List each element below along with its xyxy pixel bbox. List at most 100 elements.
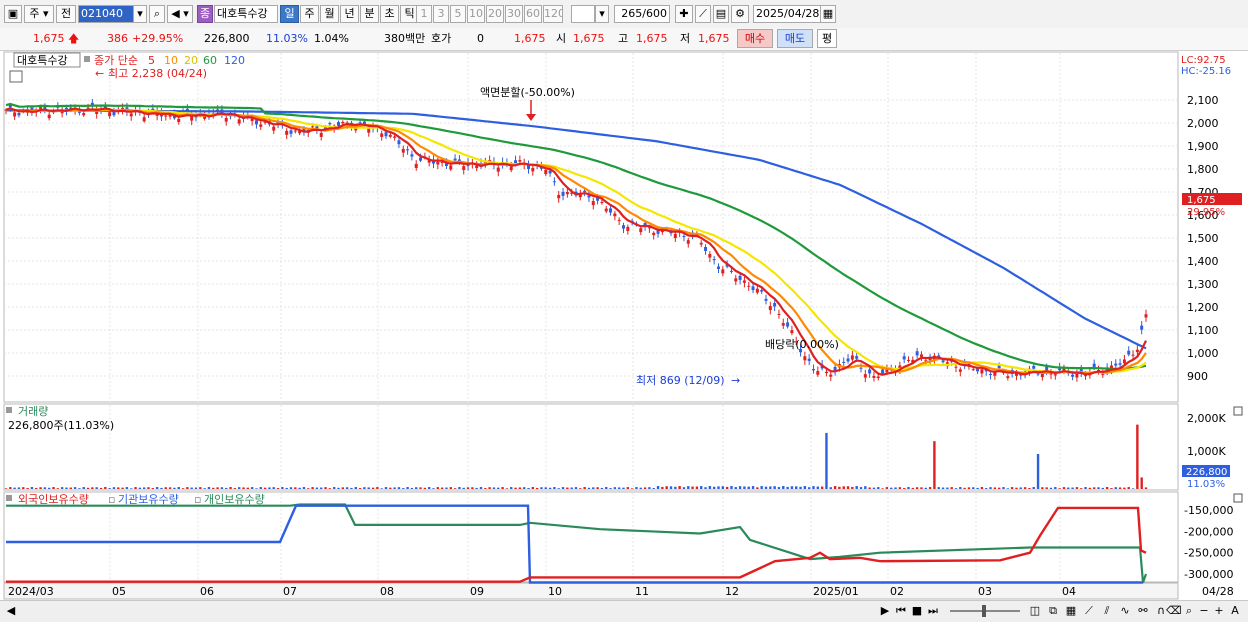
count-field[interactable]: 265/600 <box>614 5 670 23</box>
stop-icon[interactable]: ■ <box>910 604 924 618</box>
candle-body <box>1144 314 1148 318</box>
zoom-icon[interactable]: ⌕ <box>1182 604 1196 618</box>
eraser-icon[interactable]: ⌫ <box>1166 604 1182 618</box>
candle-body <box>652 232 656 236</box>
compare-icon[interactable]: ◫ <box>1028 604 1042 618</box>
interval-tab-3[interactable]: 3 <box>433 5 449 23</box>
interval-tab-120[interactable]: 120 <box>543 5 563 23</box>
volume-bar <box>1023 487 1027 489</box>
zoom-in-icon[interactable]: + <box>1213 604 1225 618</box>
interval-tab-60[interactable]: 60 <box>524 5 542 23</box>
zoom-out-icon[interactable]: − <box>1198 604 1210 618</box>
volume-bar <box>725 486 729 489</box>
volume-title: 거래량 <box>18 405 48 418</box>
wave-icon[interactable]: ∿ <box>1118 604 1132 618</box>
candle-body <box>401 148 405 153</box>
search-icon[interactable]: ⌕ <box>149 5 165 23</box>
last-icon[interactable]: ⏭ <box>926 604 940 618</box>
copy-icon[interactable]: ⧉ <box>1046 604 1060 618</box>
volume-bar <box>246 487 250 489</box>
code-dropdown[interactable]: ▾ <box>133 5 147 23</box>
volume-bar <box>384 487 388 489</box>
period-select[interactable]: 주 ▾ <box>24 5 54 23</box>
volume-bar <box>976 487 979 489</box>
volume-bar <box>112 487 116 489</box>
font-icon[interactable]: A <box>1229 604 1241 618</box>
volume-bar <box>786 486 789 489</box>
crosshair-icon[interactable]: ✚ <box>675 5 693 23</box>
zoom-slider-thumb[interactable] <box>982 605 986 617</box>
volume-bar <box>1080 488 1083 489</box>
candle-body <box>971 369 975 371</box>
candle-body <box>829 374 833 377</box>
interval-tab-1[interactable]: 1 <box>416 5 432 23</box>
jong-badge[interactable]: 종 <box>197 5 213 23</box>
volume-bar <box>864 486 867 489</box>
scroll-bar[interactable]: ◀ ▶ ⏮ ■ ⏭ ◫ ⧉ ▦ ⟋ ⫽ ∿ ⚯ ∩ ⌫ ⌕ − + A <box>0 600 1248 622</box>
period-tab-1[interactable]: 주 <box>300 5 319 23</box>
interval-tab-30[interactable]: 30 <box>505 5 523 23</box>
volume-bar <box>570 487 573 489</box>
interval-dropdown[interactable]: ▾ <box>595 5 609 23</box>
period-tab-5[interactable]: 초 <box>380 5 399 23</box>
grid-icon[interactable]: ▦ <box>1064 604 1078 618</box>
period-tab-4[interactable]: 분 <box>360 5 379 23</box>
stock-chart[interactable]: 대호특수강 종가 단순 5 10 20 60 120 ← 최고 2,238 (0… <box>0 50 1248 600</box>
gear-icon[interactable]: ⚙ <box>731 5 749 23</box>
volume-bar <box>177 487 180 489</box>
volume-bar <box>583 487 586 489</box>
interval-tab-20[interactable]: 20 <box>486 5 504 23</box>
volume-bar <box>276 488 280 489</box>
code-input[interactable]: 021040 <box>78 5 134 23</box>
volume-bar <box>756 487 759 489</box>
volume-bar <box>393 487 396 489</box>
volume-bar <box>65 487 68 489</box>
volume-bar <box>700 486 703 489</box>
scroll-left-icon[interactable]: ◀ <box>6 604 16 618</box>
play-icon[interactable]: ▶ <box>878 604 892 618</box>
volume-bar <box>1058 488 1061 489</box>
trend-icon[interactable]: ⟋ <box>1082 604 1096 618</box>
interval-tab-10[interactable]: 10 <box>467 5 485 23</box>
period-tab-3[interactable]: 년 <box>340 5 359 23</box>
link-icon[interactable]: ⚯ <box>1136 604 1150 618</box>
candle-body <box>807 358 811 361</box>
volume-bar <box>406 487 409 489</box>
first-icon[interactable]: ⏮ <box>894 604 908 618</box>
speaker-icon[interactable]: ◀ ▾ <box>167 5 193 23</box>
volume-bar <box>561 487 565 489</box>
table-toggle-icon[interactable] <box>9 70 23 83</box>
holding-close-icon[interactable] <box>1233 493 1243 503</box>
save-icon[interactable]: ▤ <box>713 5 729 23</box>
chart-window-icon[interactable]: ▣ <box>4 5 22 23</box>
buy-button[interactable]: 매수 <box>737 29 773 48</box>
interval-tab-5[interactable]: 5 <box>450 5 466 23</box>
period-tab-0[interactable]: 일 <box>280 5 299 23</box>
candle-body <box>112 111 116 116</box>
candle-body <box>531 167 535 172</box>
period-label: 주 <box>29 7 40 20</box>
interval-custom-field[interactable] <box>571 5 595 23</box>
volume-bar <box>371 487 375 489</box>
candle-body <box>108 112 112 117</box>
volume-close-icon[interactable] <box>1233 406 1243 416</box>
volume-bar <box>950 487 953 489</box>
calendar-icon[interactable]: ▦ <box>820 5 836 23</box>
price-tick: 1,300 <box>1187 278 1219 291</box>
draw-line-icon[interactable]: ⟋ <box>695 5 711 23</box>
candle-body <box>764 298 768 301</box>
pattern-icon[interactable]: ⫽ <box>1100 604 1114 618</box>
volume-bar <box>199 487 202 489</box>
sell-button[interactable]: 매도 <box>777 29 813 48</box>
volume-bar <box>678 486 681 489</box>
volume-bar <box>52 487 55 489</box>
stock-name-field[interactable]: 대호특수강 <box>214 5 278 23</box>
period-tab-2[interactable]: 월 <box>320 5 339 23</box>
jeon-button[interactable]: 전 <box>56 5 76 23</box>
average-button[interactable]: 평 <box>817 29 837 48</box>
date-field[interactable]: 2025/04/28 <box>753 5 821 23</box>
volume-bar <box>47 487 51 489</box>
volume-bar <box>39 487 42 489</box>
volume-bar <box>376 487 379 489</box>
volume-tick-2000k: 2,000K <box>1187 412 1226 425</box>
